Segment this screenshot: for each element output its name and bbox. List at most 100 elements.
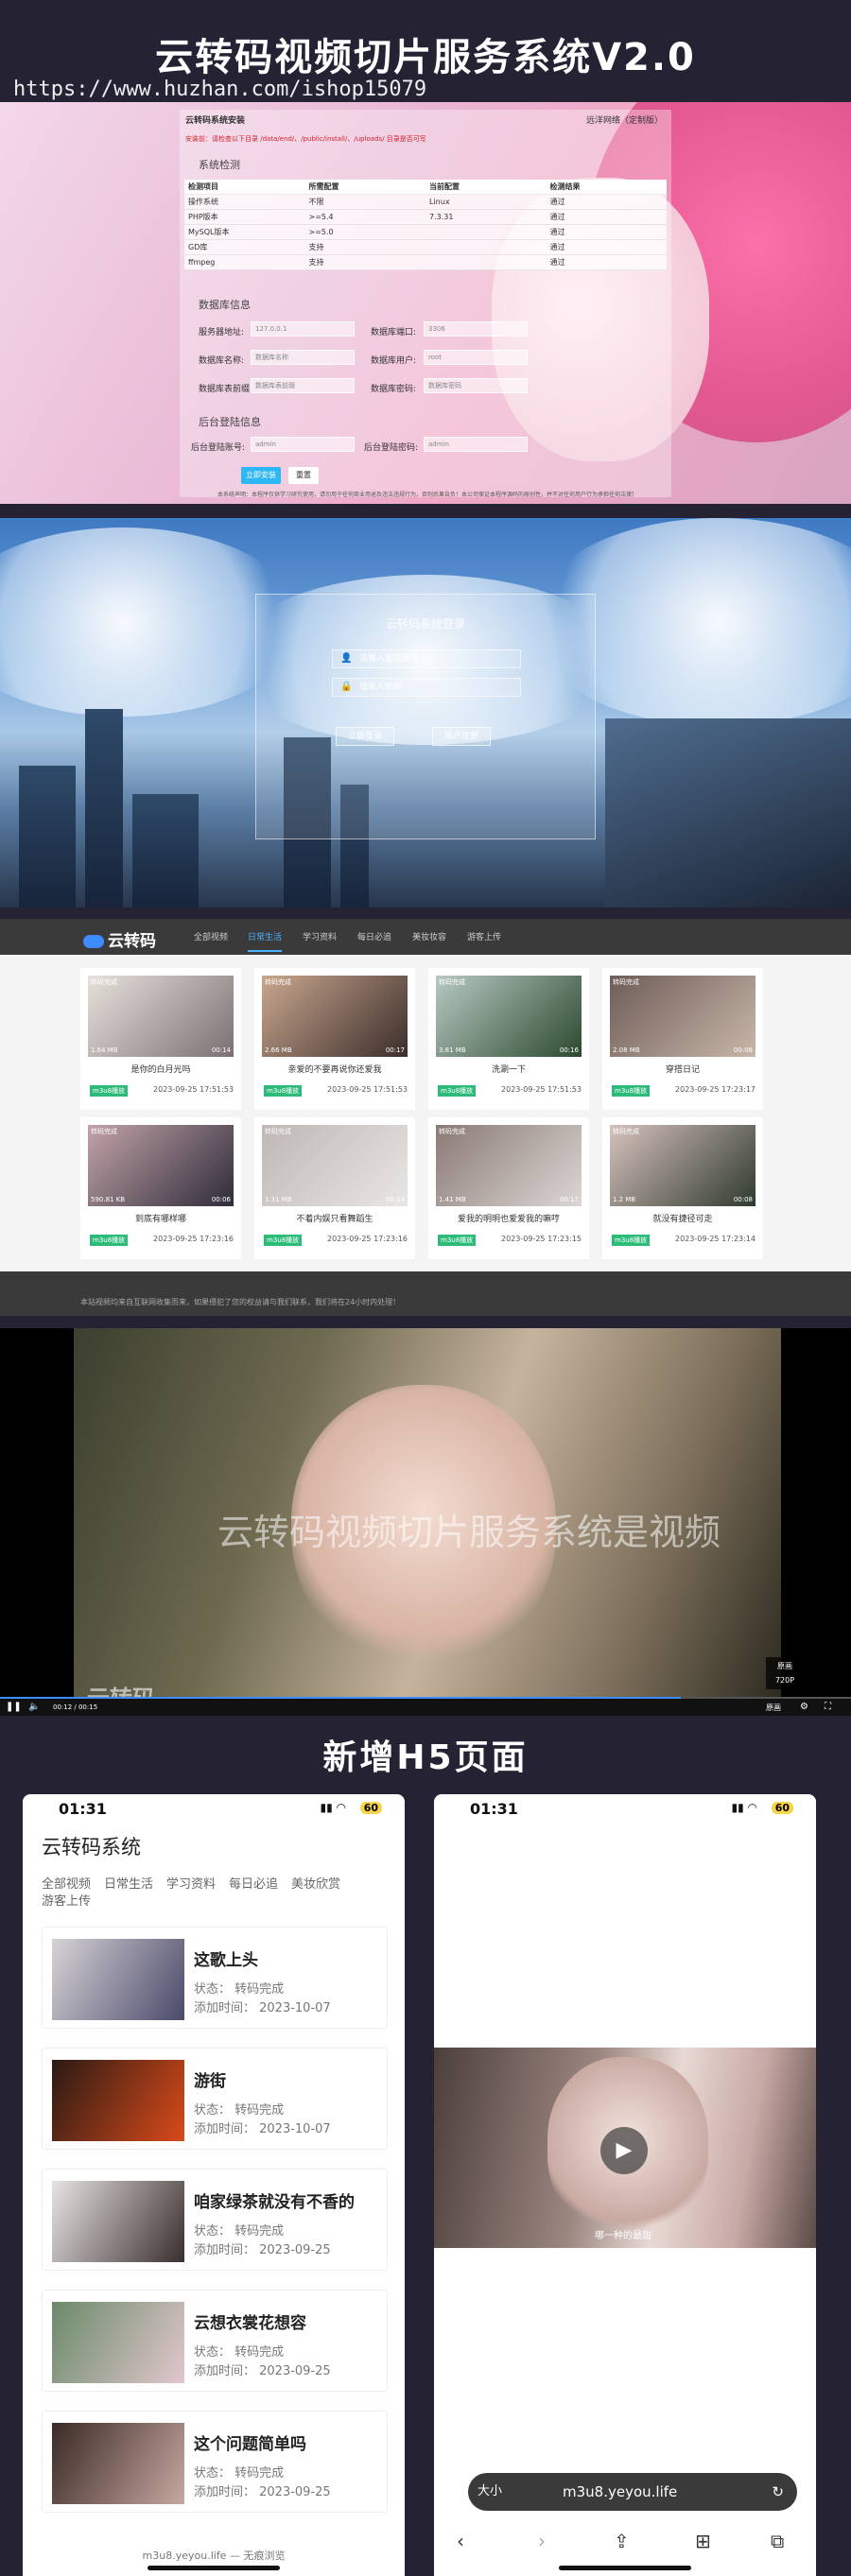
fullscreen-icon[interactable]: ⛶	[825, 1702, 831, 1712]
video-title: 这个问题简单吗	[194, 2435, 306, 2454]
category-study[interactable]: 学习资料	[166, 1874, 216, 1892]
video-thumbnail[interactable]: 转码完成 1.2 MB 00:08	[610, 1125, 755, 1206]
video-thumbnail[interactable]: 转码完成 590.81 KB 00:06	[88, 1125, 234, 1206]
category-must-follow[interactable]: 每日必追	[229, 1874, 278, 1892]
video-thumbnail[interactable]: 转码完成 1.64 MB 00:14	[88, 976, 234, 1057]
list-item[interactable]: 云想衣裳花想容 状态： 转码完成 添加时间： 2023-09-25	[42, 2290, 388, 2392]
site-logo[interactable]: 云转码	[83, 927, 156, 951]
category-guest-upload[interactable]: 游客上传	[42, 1891, 91, 1909]
added-time: 添加时间： 2023-10-07	[194, 2122, 331, 2136]
tab-must-follow[interactable]: 每日必追	[357, 930, 391, 942]
duration: 00:17	[385, 1046, 405, 1054]
status-tag: 转码完成	[439, 1128, 465, 1135]
list-item[interactable]: 这歌上头 状态： 转码完成 添加时间： 2023-10-07	[42, 1927, 388, 2029]
list-item[interactable]: 游街 状态： 转码完成 添加时间： 2023-10-07	[42, 2048, 388, 2150]
table-row: ffmpeg 支持 通过	[184, 255, 667, 270]
video-card[interactable]: 转码完成 2.66 MB 00:17 亲爱的不要再说你还爱我 m3u8播放 2023-09…	[254, 968, 415, 1110]
duration: 00:14	[385, 1196, 405, 1203]
video-title[interactable]: 到底有哪样哪	[80, 1212, 241, 1224]
format-badge: m3u8播放	[90, 1085, 129, 1097]
battery-indicator: 60	[359, 1802, 382, 1814]
video-thumbnail[interactable]	[52, 2423, 184, 2504]
db-port-input[interactable]: 3306	[424, 321, 528, 337]
video-title[interactable]: 是你的白月光吗	[80, 1063, 241, 1075]
username-input[interactable]: 👤 请输入登陆账号	[332, 649, 521, 668]
video-title[interactable]: 爱我的明明也爱爱我的嘛哼	[428, 1212, 589, 1224]
share-icon[interactable]: ⇪	[614, 2530, 630, 2552]
video-title[interactable]: 就没有捷径可走	[602, 1212, 763, 1224]
video-card[interactable]: 转码完成 3.81 MB 00:16 洗涮一下 m3u8播放 2023-09-25 17:…	[428, 968, 589, 1110]
duration: 00:14	[211, 1046, 231, 1054]
reload-icon[interactable]: ↻	[772, 2473, 784, 2511]
video-thumbnail[interactable]: 转码完成 2.66 MB 00:17	[262, 976, 408, 1057]
video-title[interactable]: 不着内娱只看舞蹈生	[254, 1212, 415, 1224]
reset-button[interactable]: 重置	[288, 467, 319, 484]
list-item[interactable]: 这个问题简单吗 状态： 转码完成 添加时间： 2023-09-25	[42, 2411, 388, 2513]
volume-icon[interactable]: 🔈	[28, 1702, 40, 1712]
status-tag: 转码完成	[265, 1128, 291, 1135]
admin-pass-input[interactable]: admin	[424, 437, 528, 452]
video-card[interactable]: 转码完成 1.2 MB 00:08 就没有捷径可走 m3u8播放 2023-09-25 1…	[602, 1117, 763, 1259]
back-icon[interactable]: ‹	[457, 2530, 464, 2552]
video-thumbnail[interactable]	[52, 2181, 184, 2262]
tab-study[interactable]: 学习资料	[303, 930, 337, 942]
upload-date: 2023-09-25 17:23:16	[327, 1235, 408, 1243]
h5-section-title: 新增H5页面	[322, 1738, 529, 1777]
db-host-input[interactable]: 127.0.0.1	[251, 321, 355, 337]
quality-button[interactable]: 原画	[766, 1703, 781, 1713]
category-all[interactable]: 全部视频	[42, 1874, 91, 1892]
status-tag: 转码完成	[91, 978, 117, 986]
address-bar[interactable]: 大小 m3u8.yeyou.life ↻	[468, 2473, 797, 2511]
forward-icon[interactable]: ›	[538, 2530, 546, 2552]
video-thumbnail[interactable]	[52, 2302, 184, 2383]
video-title[interactable]: 亲爱的不要再说你还爱我	[254, 1063, 415, 1075]
register-button[interactable]: 用户注册	[432, 727, 491, 746]
mobile-video[interactable]: ▶ 哪一种的最甜	[434, 2048, 816, 2248]
quality-popup[interactable]: 原画 720P	[766, 1657, 804, 1689]
video-title[interactable]: 穿搭日记	[602, 1063, 763, 1075]
video-card[interactable]: 转码完成 590.81 KB 00:06 到底有哪样哪 m3u8播放 2023-09-25…	[80, 1117, 241, 1259]
building-shape	[132, 794, 199, 908]
file-size: 1.2 MB	[613, 1196, 636, 1203]
category-beauty[interactable]: 美妆欣赏	[291, 1874, 340, 1892]
video-card[interactable]: 转码完成 2.08 MB 00:08 穿搭日记 m3u8播放 2023-09-25 17:…	[602, 968, 763, 1110]
video-title[interactable]: 洗涮一下	[428, 1063, 589, 1075]
category-daily[interactable]: 日常生活	[104, 1874, 153, 1892]
video-thumbnail[interactable]: 转码完成 2.08 MB 00:08	[610, 976, 755, 1057]
video-thumbnail[interactable]	[52, 1939, 184, 2020]
video-thumbnail[interactable]: 转码完成 1.31 MB 00:14	[262, 1125, 408, 1206]
password-input[interactable]: 🔒 请输入密码	[332, 678, 521, 697]
quality-option[interactable]: 720P	[766, 1673, 804, 1687]
db-prefix-input[interactable]: 数据库表前缀	[251, 378, 355, 393]
video-card[interactable]: 转码完成 1.64 MB 00:14 是你的白月光吗 m3u8播放 2023-09-25 …	[80, 968, 241, 1110]
gear-icon[interactable]: ⚙	[800, 1702, 808, 1712]
video-card[interactable]: 转码完成 1.31 MB 00:14 不着内娱只看舞蹈生 m3u8播放 2023-09-2…	[254, 1117, 415, 1259]
status-text: 状态： 转码完成	[194, 2345, 285, 2360]
tab-beauty[interactable]: 美妆妆容	[412, 930, 446, 942]
db-password-input[interactable]: 数据库密码	[424, 378, 528, 393]
db-name-input[interactable]: 数据库名称	[251, 350, 355, 365]
pause-icon[interactable]: ❚❚	[6, 1702, 22, 1712]
install-button[interactable]: 立即安装	[241, 467, 281, 484]
quality-option[interactable]: 原画	[766, 1659, 804, 1673]
watermark-url: https://www.huzhan.com/ishop15079	[13, 78, 427, 101]
video-card[interactable]: 转码完成 1.41 MB 00:17 爱我的明明也爱爱我的嘛哼 m3u8播放 2023-0…	[428, 1117, 589, 1259]
db-user-input[interactable]: root	[424, 350, 528, 365]
video-thumbnail[interactable]	[52, 2060, 184, 2141]
video-player[interactable]: 云转码视频切片服务系统是视频 云转码 原画 720P ❚❚ 🔈 00:12 / …	[0, 1328, 851, 1716]
tab-daily[interactable]: 日常生活	[248, 930, 283, 952]
cloud-icon	[83, 935, 104, 948]
video-thumbnail[interactable]: 转码完成 3.81 MB 00:16	[436, 976, 582, 1057]
text-size-button[interactable]: 大小	[478, 2473, 502, 2511]
list-item[interactable]: 咱家绿茶就没有不香的 状态： 转码完成 添加时间： 2023-09-25	[42, 2169, 388, 2271]
login-button[interactable]: 立即登录	[336, 727, 394, 746]
db-name-label: 数据库名称:	[199, 356, 245, 366]
site-footer: 本站视频均来自互联网收集而来，如果侵犯了您的权益请与我们联系，我们将在24小时内…	[0, 1271, 851, 1316]
video-thumbnail[interactable]: 转码完成 1.41 MB 00:17	[436, 1125, 582, 1206]
tab-all[interactable]: 全部视频	[194, 930, 228, 942]
bookmarks-icon[interactable]: ⊞	[695, 2530, 711, 2552]
tabs-icon[interactable]: ⧉	[771, 2530, 784, 2552]
tab-guest-upload[interactable]: 游客上传	[467, 930, 501, 942]
play-icon[interactable]: ▶	[600, 2127, 648, 2174]
admin-user-input[interactable]: admin	[251, 437, 355, 452]
